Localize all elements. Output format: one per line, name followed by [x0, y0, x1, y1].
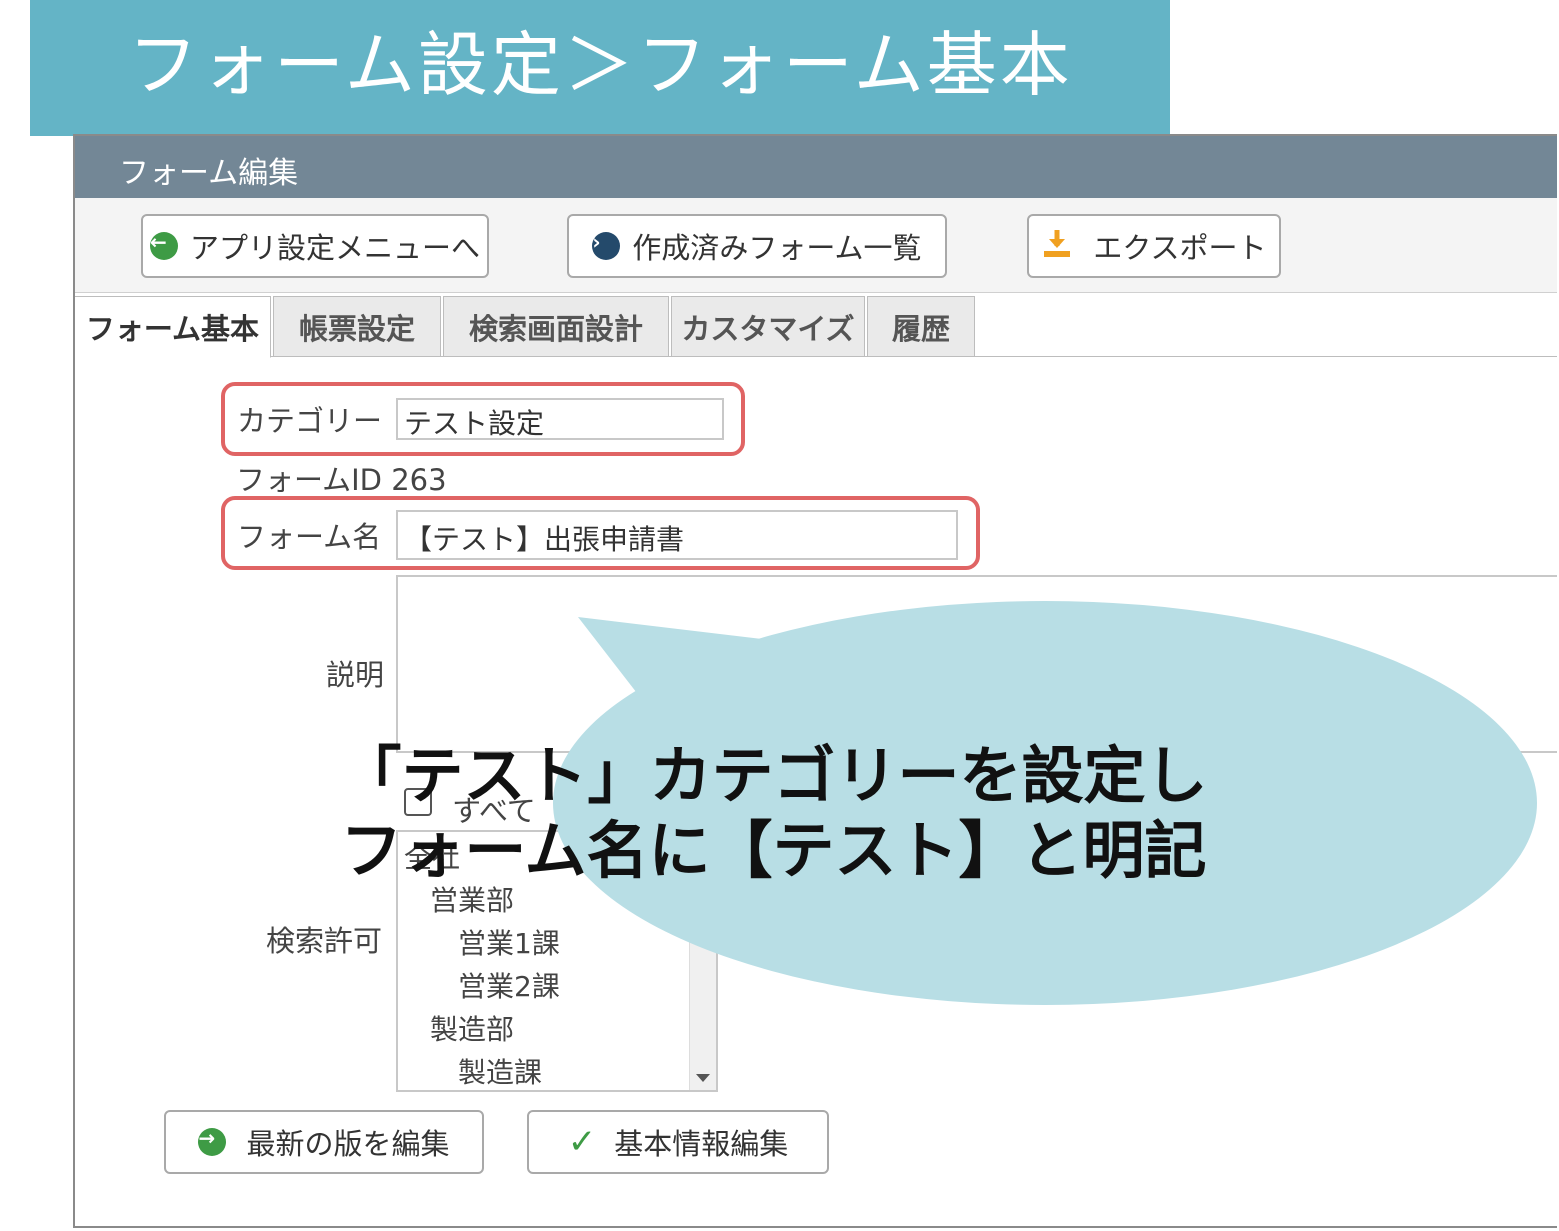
callout-line-2: フォーム名に【テスト】と明記 [340, 814, 1207, 887]
callout-bubble [553, 601, 1537, 1005]
